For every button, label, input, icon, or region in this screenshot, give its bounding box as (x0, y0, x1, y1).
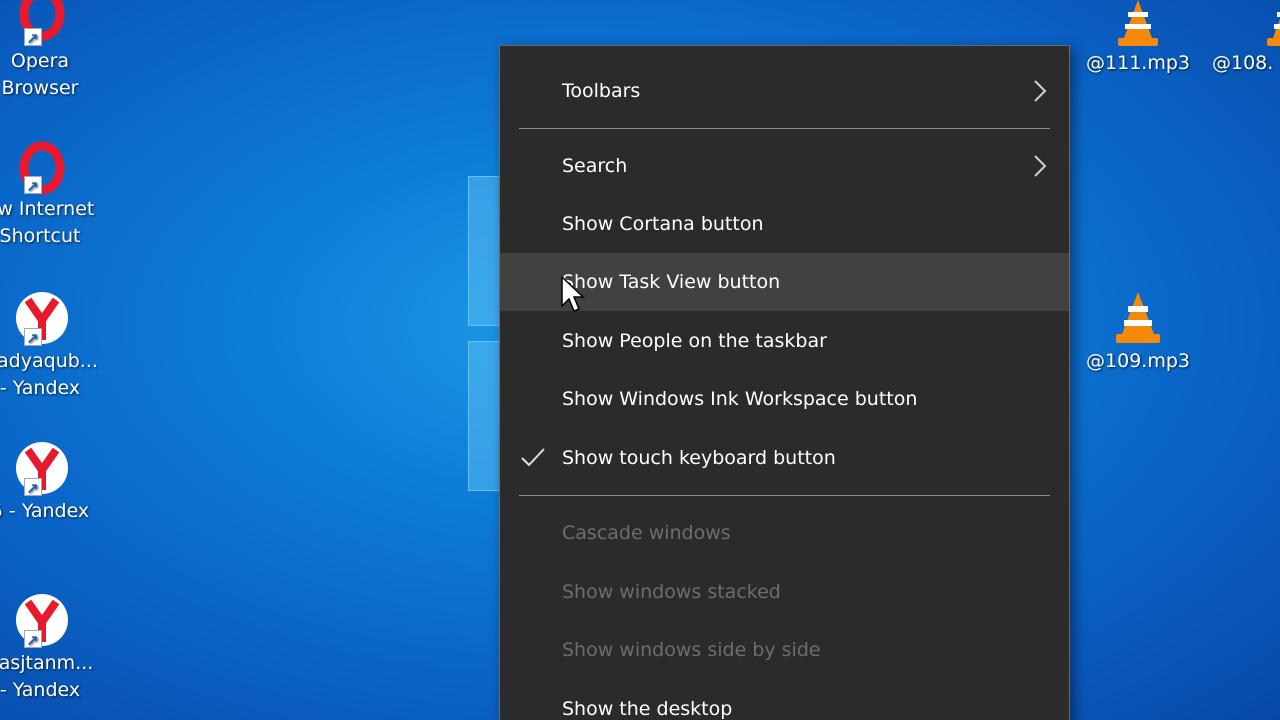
menu-item-show-cortana-button[interactable]: Show Cortana button (500, 195, 1069, 253)
vlc-icon (1267, 12, 1280, 46)
desktop-icon-label: Opera Browser (1, 50, 79, 99)
menu-item-show-windows-stacked: Show windows stacked (500, 563, 1069, 621)
desktop-icon-111-mp3[interactable]: @111.mp3 (1083, 0, 1193, 77)
shortcut-arrow-icon (24, 174, 42, 201)
menu-item-label: Show Task View button (562, 271, 781, 293)
desktop-icon-label: @109.mp3 (1086, 350, 1190, 372)
desktop-icon-label: 5 - Yandex (0, 500, 90, 522)
menu-item-label: Show Cortana button (562, 213, 764, 235)
vlc-icon (1116, 292, 1160, 343)
shortcut-arrow-icon (24, 628, 42, 655)
menu-item-label: Search (562, 155, 628, 177)
menu-item-show-touch-keyboard[interactable]: Show touch keyboard button (500, 429, 1069, 487)
desktop-icon-109-mp3[interactable]: @109.mp3 (1083, 288, 1193, 375)
desktop-icon-label: ew Internet Shortcut (0, 198, 95, 247)
desktop-icon-label: @108. (1212, 52, 1274, 74)
taskbar-context-menu: Toolbars Search Show Cortana button Show… (499, 45, 1070, 720)
checkmark-icon (521, 448, 545, 467)
shortcut-arrow-icon (24, 476, 42, 503)
menu-item-cascade-windows: Cascade windows (500, 504, 1069, 562)
vlc-icon (1118, 0, 1158, 46)
desktop-icon-yandex-1[interactable]: nadyaqub... - Yandex (0, 288, 98, 402)
desktop-icon-yandex-2[interactable]: 5 - Yandex (0, 438, 95, 525)
menu-separator (519, 495, 1050, 496)
desktop-icon-108-mp3[interactable]: @108. (1212, 0, 1280, 77)
desktop-icon-label: nadyaqub... - Yandex (0, 350, 98, 399)
chevron-right-icon (1034, 155, 1047, 177)
shortcut-arrow-icon (24, 326, 42, 353)
desktop-icon-yandex-3[interactable]: nasjtanm... - Yandex (0, 590, 95, 704)
menu-item-show-the-desktop[interactable]: Show the desktop (500, 680, 1069, 720)
menu-item-label: Show the desktop (562, 698, 733, 720)
menu-item-label: Show touch keyboard button (562, 447, 836, 469)
menu-item-show-windows-ink[interactable]: Show Windows Ink Workspace button (500, 370, 1069, 428)
desktop-icon-label: nasjtanm... - Yandex (0, 652, 94, 701)
menu-item-label: Show windows side by side (562, 639, 821, 661)
menu-item-search[interactable]: Search (500, 137, 1069, 195)
menu-item-label: Show Windows Ink Workspace button (562, 388, 918, 410)
desktop-icon-label: @111.mp3 (1086, 52, 1190, 74)
menu-item-label: Toolbars (562, 80, 641, 102)
menu-item-show-people[interactable]: Show People on the taskbar (500, 312, 1069, 370)
mouse-cursor-icon (561, 276, 585, 312)
desktop-icon-internet-shortcut[interactable]: ew Internet Shortcut (0, 140, 95, 250)
menu-item-show-task-view-button[interactable]: Show Task View button (500, 253, 1069, 311)
menu-item-label: Show People on the taskbar (562, 330, 827, 352)
chevron-right-icon (1034, 80, 1047, 102)
menu-item-label: Show windows stacked (562, 581, 781, 603)
menu-item-show-windows-side-by-side: Show windows side by side (500, 621, 1069, 679)
menu-separator (519, 128, 1050, 129)
shortcut-arrow-icon (24, 26, 42, 53)
desktop-icon-opera-browser[interactable]: Opera Browser (0, 0, 95, 102)
menu-item-label: Cascade windows (562, 522, 731, 544)
menu-item-toolbars[interactable]: Toolbars (500, 62, 1069, 120)
